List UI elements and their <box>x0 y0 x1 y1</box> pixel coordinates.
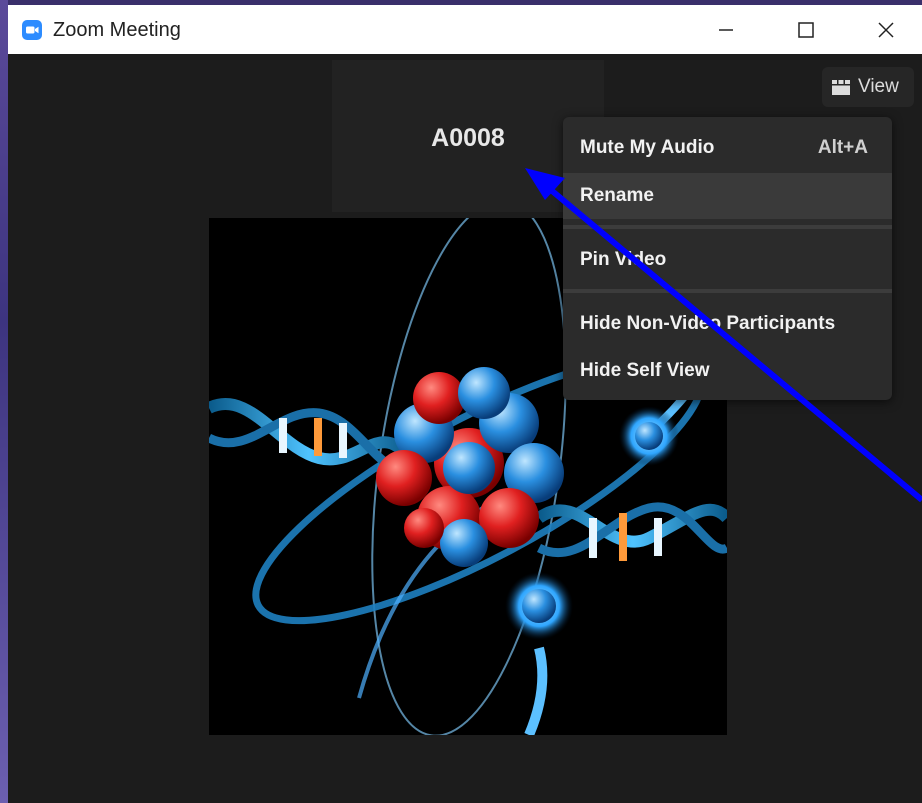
menu-item-pin-video[interactable]: Pin Video <box>563 237 892 283</box>
close-button[interactable] <box>858 5 914 54</box>
participant-context-menu: Mute My Audio Alt+A Rename Pin Video Hid… <box>563 117 892 400</box>
grid-view-icon <box>832 79 850 95</box>
view-button[interactable]: View <box>822 67 914 107</box>
menu-item-label: Mute My Audio <box>580 137 715 158</box>
menu-item-shortcut: Alt+A <box>817 137 868 158</box>
maximize-icon <box>798 21 814 38</box>
minimize-icon <box>719 28 733 31</box>
menu-item-label: Rename <box>580 185 654 206</box>
zoom-camera-icon <box>22 20 42 40</box>
zoom-meeting-window: Zoom Meeting A0008 View Mute My Audio Al… <box>8 5 922 803</box>
menu-item-hide-non-video[interactable]: Hide Non-Video Participants <box>563 301 892 347</box>
menu-separator <box>563 225 892 229</box>
menu-item-label: Pin Video <box>580 249 667 270</box>
menu-item-label: Hide Self View <box>580 360 710 381</box>
maximize-button[interactable] <box>778 5 834 54</box>
minimize-button[interactable] <box>698 5 754 54</box>
meeting-stage: A0008 View Mute My Audio Alt+A Rename Pi… <box>8 54 922 803</box>
menu-item-hide-self-view[interactable]: Hide Self View <box>563 348 892 394</box>
menu-item-rename[interactable]: Rename <box>563 173 892 219</box>
close-icon <box>878 21 894 38</box>
menu-item-mute-audio[interactable]: Mute My Audio Alt+A <box>563 125 892 171</box>
menu-separator <box>563 289 892 293</box>
view-button-label: View <box>858 76 899 97</box>
title-bar: Zoom Meeting <box>8 5 922 54</box>
desktop-background <box>0 0 8 803</box>
window-title: Zoom Meeting <box>53 19 181 41</box>
menu-item-label: Hide Non-Video Participants <box>580 313 836 334</box>
